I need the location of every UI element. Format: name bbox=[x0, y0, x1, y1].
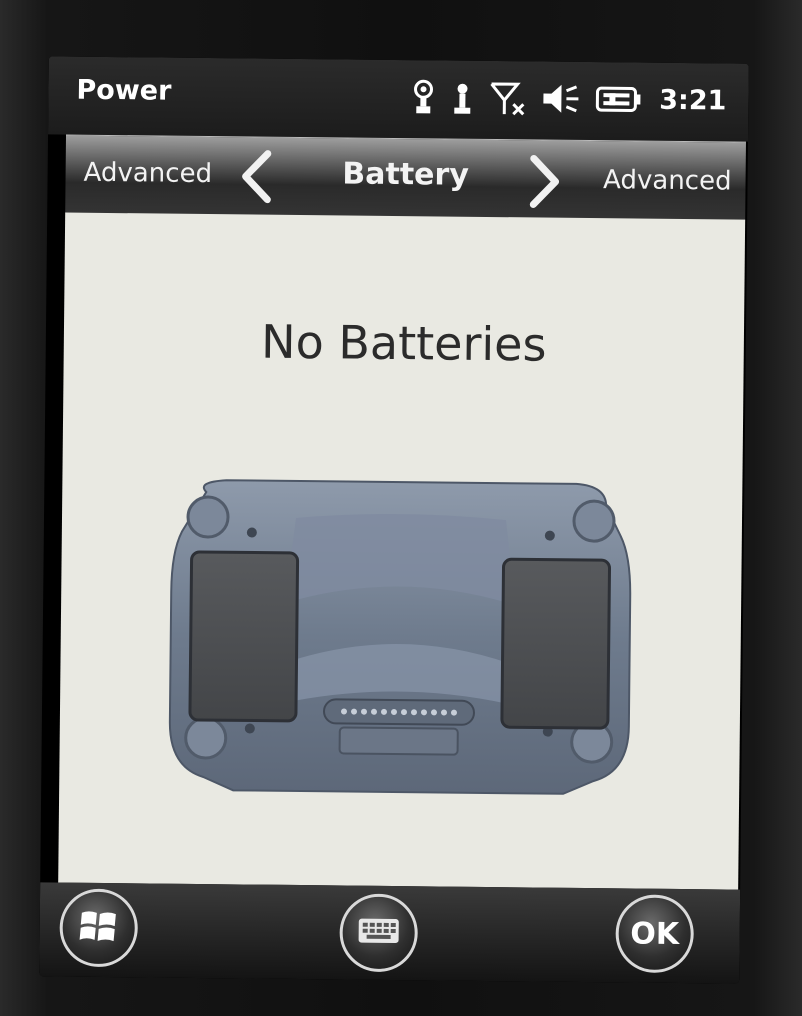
chevron-right-icon[interactable] bbox=[527, 154, 564, 212]
status-message: No Batteries bbox=[260, 314, 547, 372]
battery-bay-graphic bbox=[163, 472, 636, 811]
connectivity-icon[interactable] bbox=[409, 78, 437, 116]
app-title: Power bbox=[76, 74, 172, 107]
ok-label: OK bbox=[630, 915, 680, 952]
clock[interactable]: 3:21 bbox=[659, 84, 726, 116]
chevron-left-icon[interactable] bbox=[237, 149, 274, 207]
ok-button[interactable]: OK bbox=[615, 894, 695, 974]
keyboard-icon bbox=[358, 918, 400, 948]
content-area: No Batteries bbox=[58, 212, 746, 890]
nav-next-label[interactable]: Advanced bbox=[603, 165, 732, 196]
device-screen: Power 3:21 Advanced Battery Advanced No … bbox=[39, 56, 749, 984]
battery-charging-icon[interactable] bbox=[595, 83, 641, 115]
person-icon[interactable] bbox=[451, 80, 473, 116]
keyboard-button[interactable] bbox=[339, 893, 419, 973]
nav-prev-label[interactable]: Advanced bbox=[83, 158, 212, 189]
status-bar: Power 3:21 bbox=[48, 56, 749, 142]
signal-off-icon[interactable] bbox=[487, 80, 527, 116]
start-button[interactable] bbox=[59, 888, 139, 968]
speaker-muted-icon[interactable] bbox=[541, 81, 581, 117]
windows-logo-icon bbox=[78, 907, 118, 949]
nav-bar: Advanced Battery Advanced bbox=[65, 134, 746, 221]
status-icons: 3:21 bbox=[409, 78, 727, 119]
soft-key-bar: OK bbox=[39, 882, 741, 984]
